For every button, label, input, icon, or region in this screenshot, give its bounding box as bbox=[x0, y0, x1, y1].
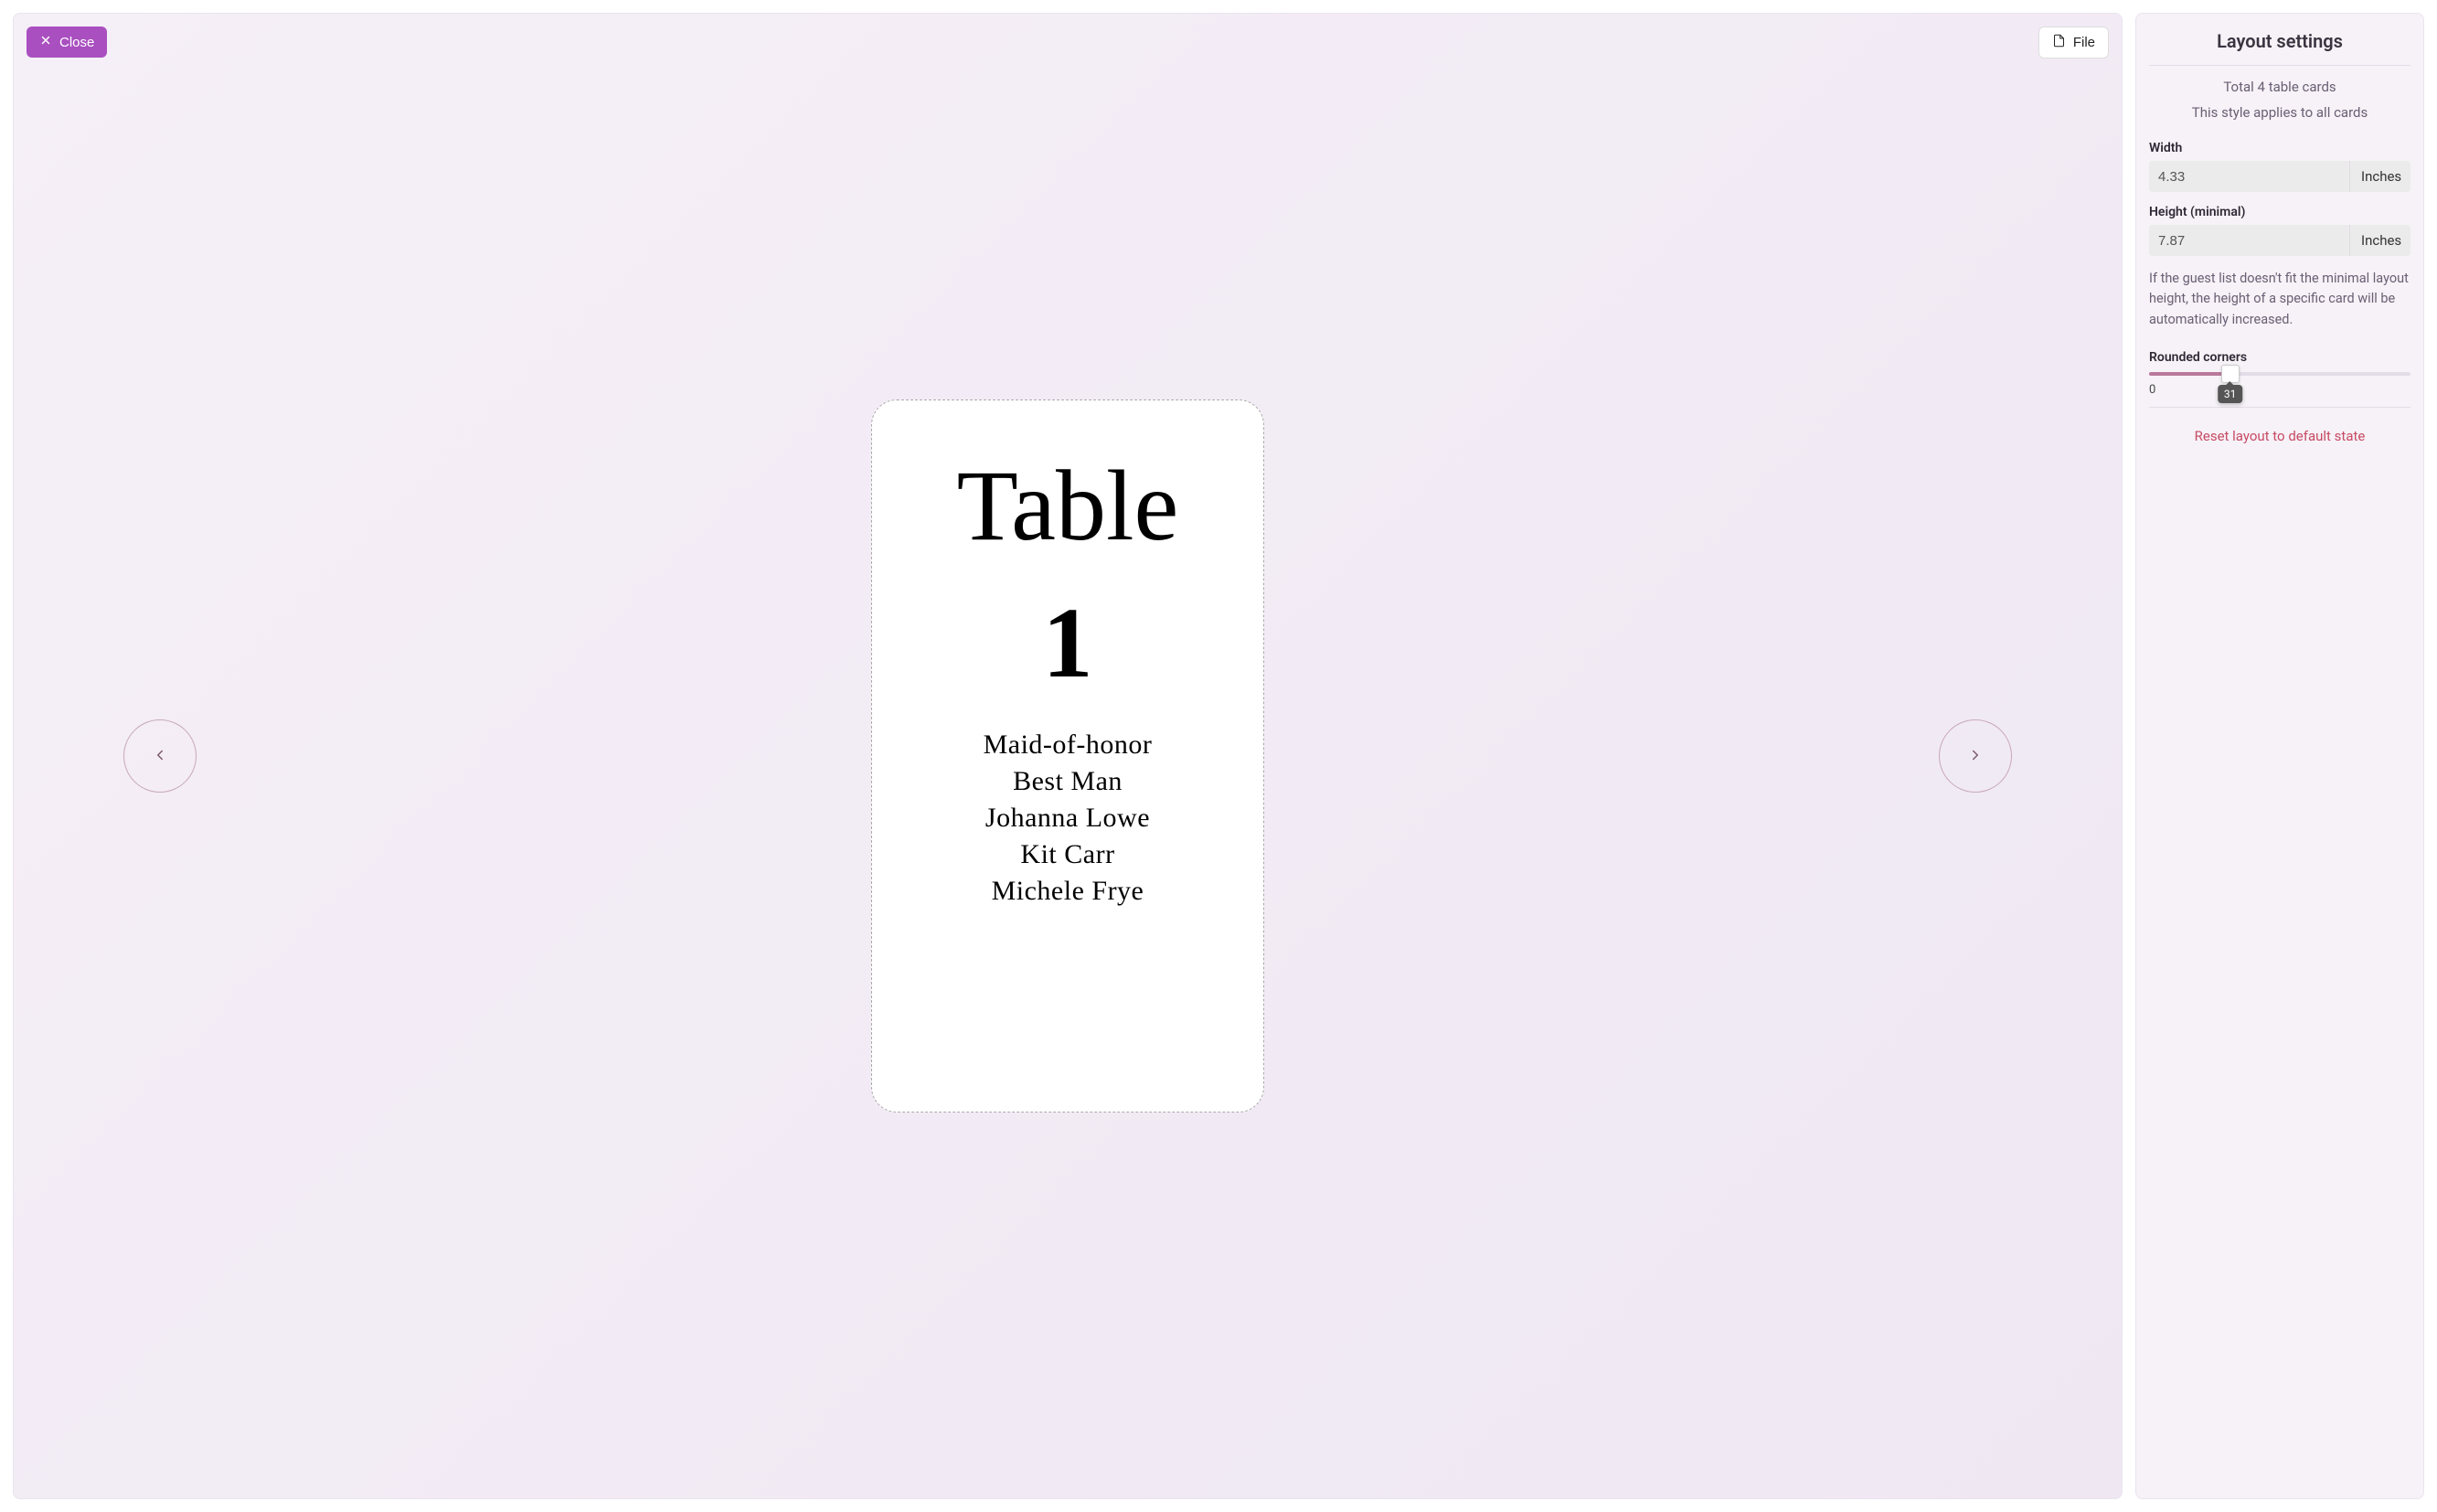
card-number: 1 bbox=[1043, 592, 1093, 693]
slider-track bbox=[2149, 372, 2410, 376]
guest-name: Kit Carr bbox=[1020, 839, 1114, 870]
card-title: Table bbox=[957, 455, 1179, 556]
layout-settings-panel: Layout settings Total 4 table cards This… bbox=[2135, 13, 2424, 1499]
slider-min-label: 0 bbox=[2149, 383, 2155, 397]
width-label: Width bbox=[2149, 141, 2410, 155]
table-card[interactable]: Table 1 Maid-of-honor Best Man Johanna L… bbox=[871, 399, 1264, 1113]
height-label: Height (minimal) bbox=[2149, 205, 2410, 219]
height-input[interactable] bbox=[2149, 225, 2349, 256]
preview-panel: Close File Table 1 Maid-of-honor bbox=[13, 13, 2123, 1499]
width-input[interactable] bbox=[2149, 161, 2349, 192]
corners-label: Rounded corners bbox=[2149, 350, 2410, 365]
corners-slider[interactable]: 0 31 bbox=[2149, 372, 2410, 376]
total-cards-text: Total 4 table cards bbox=[2149, 79, 2410, 95]
width-unit-select[interactable]: Inches bbox=[2349, 161, 2410, 192]
slider-value-tooltip: 31 bbox=[2218, 385, 2243, 403]
divider bbox=[2149, 407, 2410, 408]
height-note: If the guest list doesn't fit the minima… bbox=[2149, 269, 2410, 330]
applies-text: This style applies to all cards bbox=[2149, 104, 2410, 121]
guest-name: Maid-of-honor bbox=[984, 729, 1153, 761]
reset-layout-link[interactable]: Reset layout to default state bbox=[2149, 428, 2410, 444]
sidebar-title: Layout settings bbox=[2149, 30, 2410, 66]
guest-name: Best Man bbox=[1013, 766, 1123, 797]
height-field-row: Inches bbox=[2149, 225, 2410, 256]
height-unit-select[interactable]: Inches bbox=[2349, 225, 2410, 256]
preview-area: Table 1 Maid-of-honor Best Man Johanna L… bbox=[14, 14, 2122, 1498]
slider-fill bbox=[2149, 372, 2230, 376]
guest-name: Michele Frye bbox=[992, 876, 1144, 907]
width-field-row: Inches bbox=[2149, 161, 2410, 192]
guest-name: Johanna Lowe bbox=[985, 803, 1150, 834]
guest-list: Maid-of-honor Best Man Johanna Lowe Kit … bbox=[984, 729, 1153, 907]
